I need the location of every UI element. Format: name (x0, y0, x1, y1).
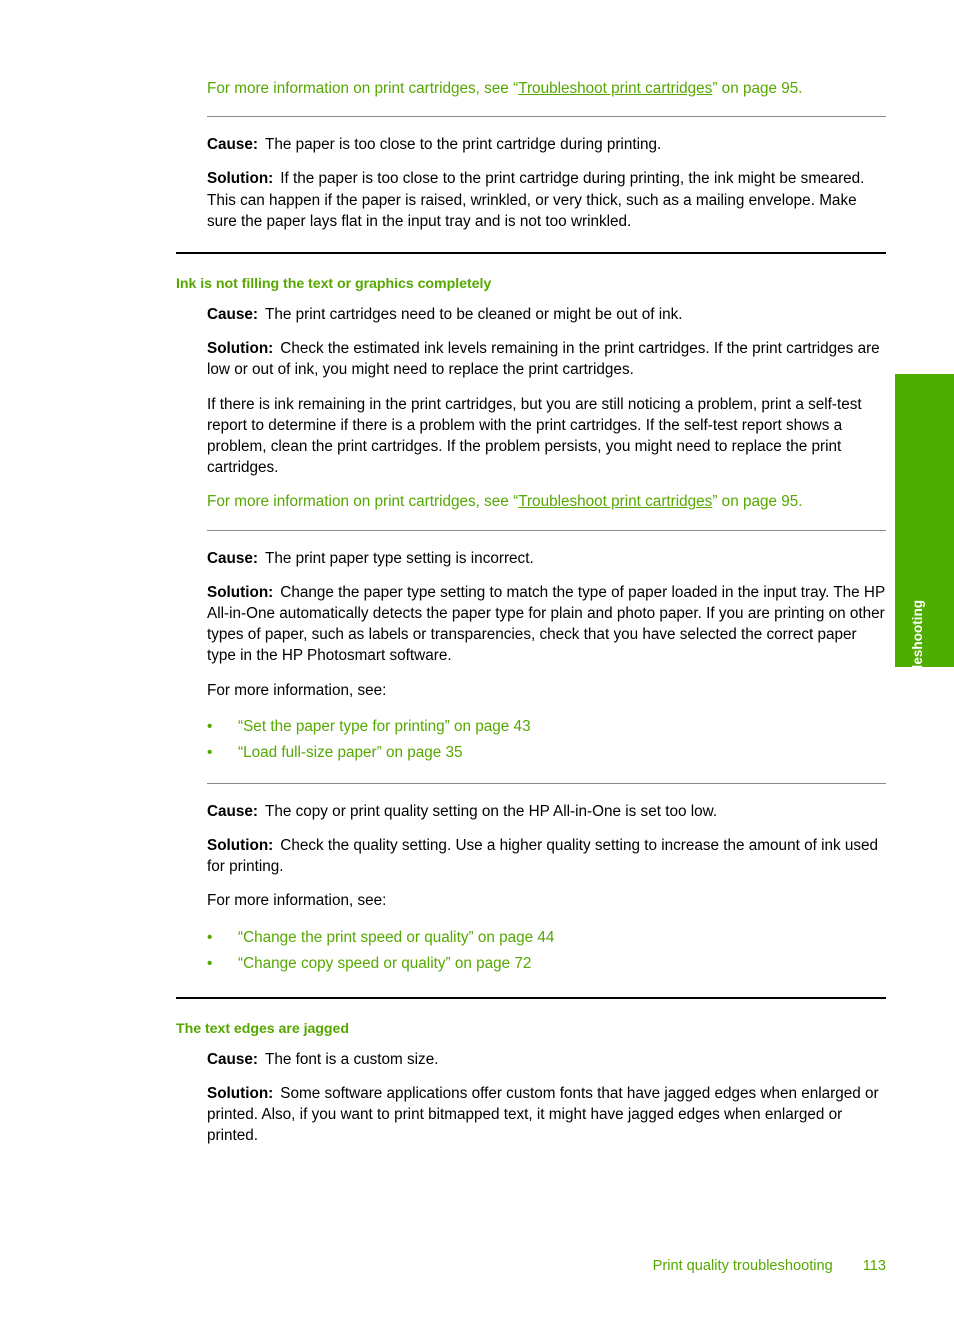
xref-suffix: on page 35 (381, 743, 463, 761)
solution-label: Solution: (207, 170, 274, 188)
link-set-the-paper-type-for-printing[interactable]: Set the paper type for printing (243, 718, 445, 735)
cause-text: The font is a custom size. (265, 1050, 439, 1068)
solution-paragraph: Solution: Check the quality setting. Use … (207, 835, 886, 877)
cause-text: The copy or print quality setting on the… (265, 802, 718, 820)
side-tab-troubleshooting: Troubleshooting (895, 374, 954, 706)
link-change-the-print-speed-or-quality[interactable]: Change the print speed or quality (243, 929, 468, 946)
more-information-label: For more information, see: (207, 892, 387, 910)
cross-reference-paragraph-top: For more information on print cartridges… (207, 78, 886, 99)
bullet-icon: • (207, 928, 213, 946)
solution-text: Change the paper type setting to match t… (207, 583, 885, 665)
solution-paragraph: Solution: If the paper is too close to th… (207, 168, 886, 232)
cause-paragraph: Cause: The copy or print quality setting … (207, 801, 886, 822)
solution-label: Solution: (207, 583, 274, 601)
cross-reference-list: • “Change the print speed or quality” on … (176, 925, 886, 977)
section-heading-text-edges-jagged: The text edges are jagged (176, 1020, 349, 1037)
solution-text: Some software applications offer custom … (207, 1084, 879, 1145)
cause-text: The print cartridges need to be cleaned … (265, 306, 683, 324)
solution-paragraph: Solution: Change the paper type setting t… (207, 582, 886, 667)
xref-suffix: on page 72 (450, 954, 532, 972)
document-page: For more information on print cartridges… (0, 0, 954, 1321)
link-troubleshoot-print-cartridges[interactable]: Troubleshoot print cartridges (518, 493, 712, 510)
xref-suffix: on page 95 (717, 80, 799, 97)
side-tab-label: Troubleshooting (909, 599, 925, 707)
divider-heavy (176, 996, 886, 999)
page-content: For more information on print cartridges… (176, 78, 886, 1159)
page-footer: Print quality troubleshooting 113 (176, 1258, 886, 1274)
xref-suffix: on page 43 (449, 717, 531, 735)
list-item: • “Set the paper type for printing” on pa… (207, 714, 886, 740)
more-information-label: For more information, see: (207, 681, 387, 699)
cross-reference-paragraph: For more information on print cartridges… (207, 491, 886, 512)
cause-paragraph: Cause: The print cartridges need to be cl… (207, 304, 886, 325)
solution-paragraph: Solution: Check the estimated ink levels … (207, 338, 886, 380)
link-change-copy-speed-or-quality[interactable]: Change copy speed or quality (243, 955, 445, 972)
cause-label: Cause: (207, 306, 259, 324)
divider-heavy (176, 252, 886, 255)
xref-suffix: on page 44 (473, 928, 555, 946)
list-item: • “Load full-size paper” on page 35 (207, 740, 886, 766)
solution-text: Check the estimated ink levels remaining… (207, 340, 880, 379)
footer-page-number: 113 (862, 1258, 886, 1274)
solution-label: Solution: (207, 340, 274, 358)
solution-paragraph: Solution: Some software applications offe… (207, 1083, 886, 1147)
divider-thin (207, 529, 886, 531)
solution-continuation-paragraph: If there is ink remaining in the print c… (207, 395, 862, 477)
solution-text: Check the quality setting. Use a higher … (207, 837, 879, 876)
cause-label: Cause: (207, 802, 259, 820)
link-troubleshoot-print-cartridges[interactable]: Troubleshoot print cartridges (518, 80, 712, 97)
section-heading-ink-not-filling: Ink is not filling the text or graphics … (176, 276, 492, 293)
cause-paragraph: Cause: The print paper type setting is in… (207, 548, 886, 569)
solution-label: Solution: (207, 1084, 274, 1102)
footer-section-title: Print quality troubleshooting (652, 1258, 833, 1274)
cause-paragraph: Cause: The font is a custom size. (207, 1049, 886, 1070)
cross-reference-list: • “Set the paper type for printing” on pa… (176, 714, 886, 766)
cause-text: The paper is too close to the print cart… (265, 136, 662, 154)
cause-paragraph: Cause: The paper is too close to the prin… (207, 134, 886, 155)
xref-period: . (798, 80, 803, 97)
divider-thin (207, 116, 886, 118)
list-item: • “Change the print speed or quality” on … (207, 925, 886, 951)
bullet-icon: • (207, 743, 213, 761)
divider-thin (207, 782, 886, 784)
xref-period: . (798, 493, 803, 511)
bullet-icon: • (207, 954, 213, 972)
xref-prefix: For more information on print cartridges… (207, 493, 514, 511)
cause-label: Cause: (207, 136, 259, 154)
solution-label: Solution: (207, 837, 274, 855)
xref-suffix: on page 95 (717, 493, 799, 511)
cause-label: Cause: (207, 1050, 259, 1068)
xref-prefix: For more information on print cartridges… (207, 80, 514, 97)
solution-text: If the paper is too close to the print c… (207, 170, 865, 230)
bullet-icon: • (207, 717, 213, 735)
cause-text: The print paper type setting is incorrec… (265, 549, 534, 567)
link-load-full-size-paper[interactable]: Load full-size paper (243, 744, 377, 761)
cause-label: Cause: (207, 549, 259, 567)
list-item: • “Change copy speed or quality” on page … (207, 951, 886, 977)
